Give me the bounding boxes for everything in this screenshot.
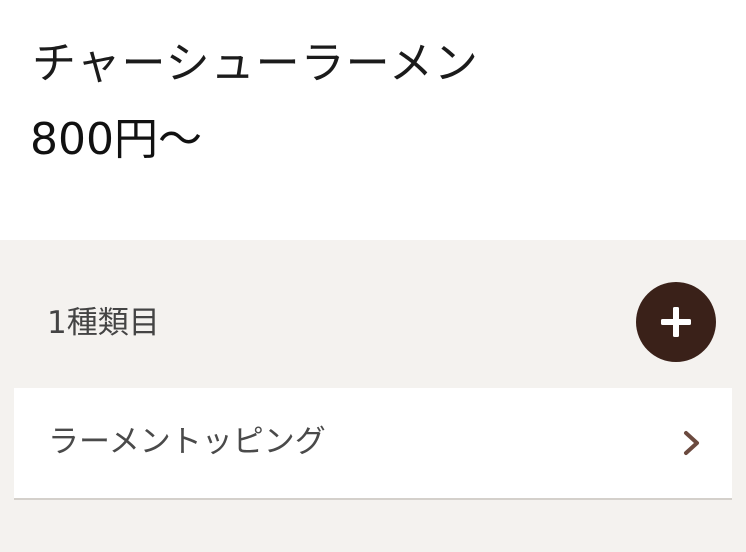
menu-item-page: チャーシューラーメン 800円〜 1種類目 ラーメントッピング bbox=[0, 0, 746, 552]
option-row-label: ラーメントッピング bbox=[48, 424, 326, 460]
variant-count-label: 1種類目 bbox=[47, 305, 160, 341]
add-variant-button[interactable] bbox=[636, 282, 716, 362]
item-price: 800円〜 bbox=[30, 114, 202, 165]
item-header: チャーシューラーメン 800円〜 bbox=[0, 0, 746, 240]
option-row-ramen-topping[interactable]: ラーメントッピング bbox=[14, 388, 732, 500]
options-section: 1種類目 ラーメントッピング bbox=[0, 240, 746, 552]
plus-icon bbox=[661, 307, 691, 337]
chevron-right-icon bbox=[684, 431, 699, 455]
item-title: チャーシューラーメン bbox=[32, 38, 479, 89]
